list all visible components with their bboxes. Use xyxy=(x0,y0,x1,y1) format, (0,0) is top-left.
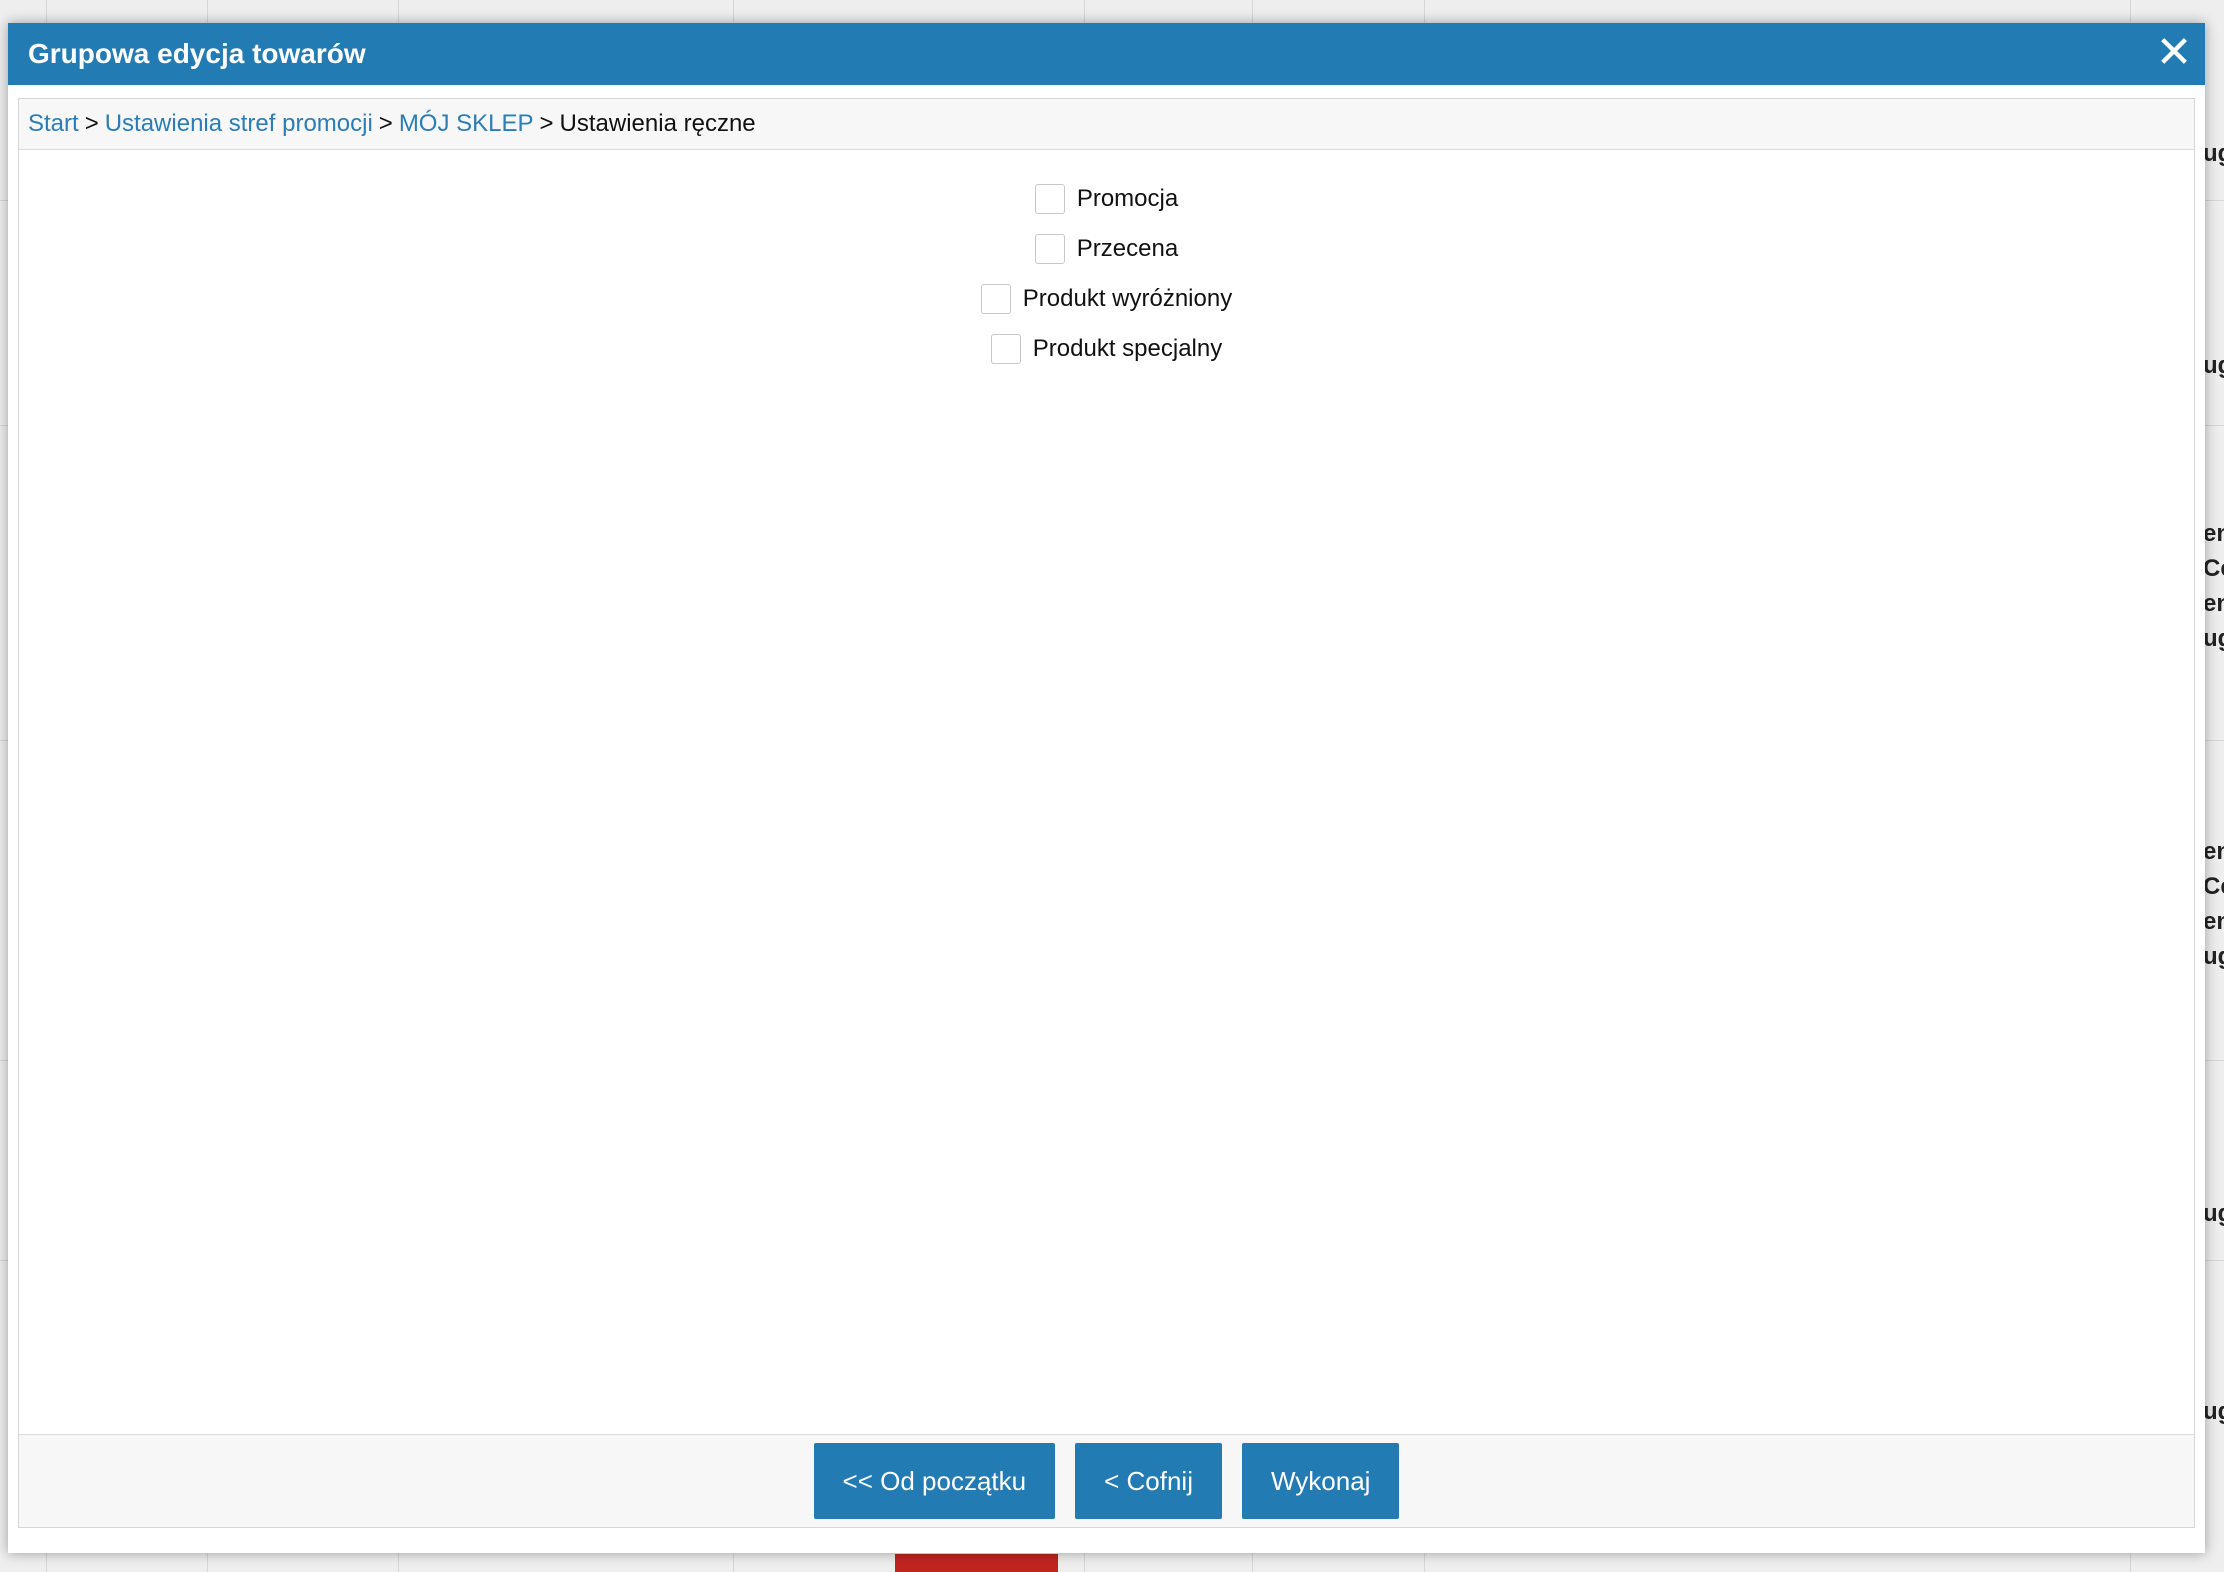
produkt-wyrozniony-checkbox[interactable] xyxy=(980,284,1011,314)
przecena-checkbox[interactable] xyxy=(1034,234,1065,264)
close-icon: ✕ xyxy=(2155,28,2193,77)
option-label: Produkt wyróżniony xyxy=(1022,285,1233,312)
modal-footer: << Od początku < Cofnij Wykonaj xyxy=(19,1434,2194,1527)
breadcrumb-separator: > xyxy=(539,110,554,137)
bg-peek-text: ug xyxy=(2203,352,2224,379)
bg-peek-text: ug xyxy=(2203,1200,2224,1227)
option-produkt-wyrozniony[interactable]: Produkt wyróżniony xyxy=(19,274,2194,324)
breadcrumb-separator: > xyxy=(378,110,393,137)
option-przecena[interactable]: Przecena xyxy=(19,224,2194,274)
breadcrumb-link-shop[interactable]: MÓJ SKLEP xyxy=(399,110,534,137)
bg-peek-text: en xyxy=(2203,520,2224,547)
option-produkt-specjalny[interactable]: Produkt specjalny xyxy=(19,324,2194,374)
bg-peek-text: ug xyxy=(2203,943,2224,970)
produkt-specjalny-checkbox[interactable] xyxy=(990,334,1021,364)
modal-titlebar: Grupowa edycja towarów ✕ xyxy=(8,23,2205,85)
bg-peek-text: Ce xyxy=(2203,873,2224,900)
bg-peek-text: en xyxy=(2203,838,2224,865)
breadcrumb-current: Ustawienia ręczne xyxy=(559,110,756,137)
bg-red-element xyxy=(895,1554,1058,1572)
breadcrumb-link-promo-zones[interactable]: Ustawienia stref promocji xyxy=(105,110,373,137)
bg-peek-text: ug xyxy=(2203,625,2224,652)
group-edit-modal: Grupowa edycja towarów ✕ Start > Ustawieni… xyxy=(8,23,2205,1553)
options-list: Promocja Przecena Produkt wyróżniony Pro… xyxy=(19,174,2194,374)
bg-peek-text: en xyxy=(2203,908,2224,935)
option-promocja[interactable]: Promocja xyxy=(19,174,2194,224)
option-label: Produkt specjalny xyxy=(1032,335,1223,362)
promocja-checkbox[interactable] xyxy=(1034,184,1065,214)
breadcrumb-link-start[interactable]: Start xyxy=(28,110,79,137)
bg-peek-text: ug xyxy=(2203,140,2224,167)
execute-button[interactable]: Wykonaj xyxy=(1241,1443,1400,1519)
breadcrumb: Start > Ustawienia stref promocji > MÓJ SKLE… xyxy=(19,99,2194,150)
close-button[interactable]: ✕ xyxy=(2151,30,2197,76)
option-label: Promocja xyxy=(1076,185,1179,212)
option-label: Przecena xyxy=(1076,235,1179,262)
back-button[interactable]: < Cofnij xyxy=(1075,1443,1222,1519)
modal-body: Start > Ustawienia stref promocji > MÓJ SKLE… xyxy=(18,98,2195,1528)
modal-title: Grupowa edycja towarów xyxy=(28,38,366,69)
restart-button[interactable]: << Od początku xyxy=(813,1443,1056,1519)
bg-peek-text: Ce xyxy=(2203,555,2224,582)
breadcrumb-separator: > xyxy=(84,110,99,137)
bg-peek-text: ug xyxy=(2203,1398,2224,1425)
bg-peek-text: en xyxy=(2203,590,2224,617)
